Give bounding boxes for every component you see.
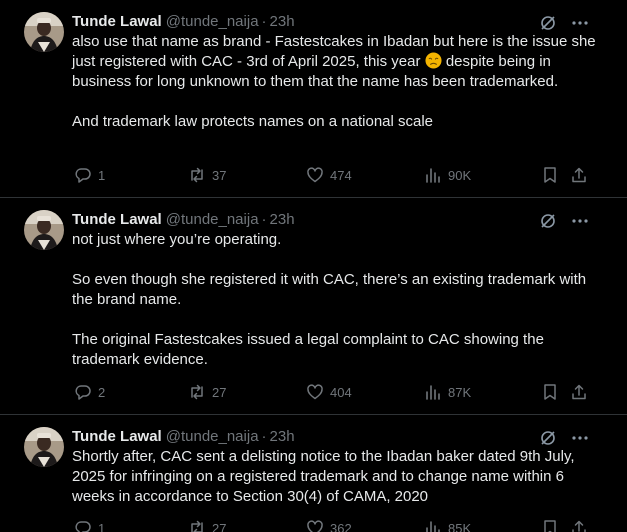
- author-name[interactable]: Tunde Lawal: [72, 427, 162, 447]
- bookmark-icon: [541, 166, 559, 184]
- share-button[interactable]: [570, 381, 588, 403]
- views-icon: [424, 383, 442, 401]
- share-icon: [570, 519, 588, 532]
- reply-icon: [74, 383, 92, 401]
- avatar[interactable]: [24, 12, 64, 52]
- like-icon: [306, 519, 324, 532]
- reply-count: 2: [98, 384, 106, 400]
- like-button[interactable]: 362: [306, 517, 352, 532]
- author-handle[interactable]: @tunde_naija: [166, 12, 259, 32]
- reply-icon: [74, 519, 92, 532]
- like-icon: [306, 166, 324, 184]
- views-count: 85K: [448, 520, 472, 532]
- timestamp[interactable]: 23h: [270, 427, 295, 447]
- like-button[interactable]: 404: [306, 381, 352, 403]
- tweet-actions: 2 27 404 87K: [72, 381, 592, 403]
- tweet-header: Tunde Lawal @tunde_naija · 23h: [72, 12, 295, 32]
- reply-count: 1: [98, 520, 106, 532]
- bookmark-button[interactable]: [541, 381, 559, 403]
- avatar[interactable]: [24, 427, 64, 467]
- grok-icon[interactable]: [539, 429, 557, 447]
- timestamp[interactable]: 23h: [270, 210, 295, 230]
- views-button[interactable]: 90K: [424, 164, 471, 186]
- repost-button[interactable]: 27: [188, 381, 226, 403]
- tweet-paragraph: The original Fastestcakes issued a legal…: [72, 331, 544, 368]
- bookmark-icon: [541, 383, 559, 401]
- grok-icon[interactable]: [539, 14, 557, 32]
- timestamp[interactable]: 23h: [270, 12, 295, 32]
- tweet[interactable]: Tunde Lawal @tunde_naija · 23h also use …: [0, 12, 627, 194]
- share-button[interactable]: [570, 164, 588, 186]
- tweet-text: also use that name as brand - Fastestcak…: [72, 32, 597, 132]
- grok-icon[interactable]: [539, 212, 557, 230]
- reply-button[interactable]: 1: [74, 517, 105, 532]
- tweet[interactable]: Tunde Lawal @tunde_naija · 23h Shortly a…: [0, 427, 627, 532]
- views-button[interactable]: 87K: [424, 381, 471, 403]
- author-handle[interactable]: @tunde_naija: [166, 427, 259, 447]
- views-icon: [424, 519, 442, 532]
- tweet-paragraph: So even though she registered it with CA…: [72, 271, 587, 308]
- repost-icon: [188, 383, 206, 401]
- author-name[interactable]: Tunde Lawal: [72, 210, 162, 230]
- tweet-text: not just where you’re operating. So even…: [72, 230, 597, 370]
- repost-count: 27: [212, 520, 227, 532]
- more-options-icon[interactable]: [571, 14, 589, 32]
- tweet-paragraph: And trademark law protects names on a na…: [72, 113, 434, 130]
- bookmark-button[interactable]: [541, 517, 559, 532]
- like-count: 404: [330, 384, 352, 400]
- separator: ·: [261, 428, 267, 445]
- reply-button[interactable]: 2: [74, 381, 105, 403]
- tweet-header: Tunde Lawal @tunde_naija · 23h: [72, 427, 295, 447]
- tweet-header-actions: [539, 14, 589, 32]
- tweet-actions: 1 27 362 85K: [72, 517, 592, 532]
- like-count: 362: [330, 520, 352, 532]
- more-options-icon[interactable]: [571, 429, 589, 447]
- like-icon: [306, 383, 324, 401]
- views-count: 90K: [448, 167, 472, 183]
- repost-button[interactable]: 27: [188, 517, 226, 532]
- avatar[interactable]: [24, 210, 64, 250]
- divider: [0, 414, 627, 415]
- disappointed-face-emoji: [425, 52, 442, 69]
- author-handle[interactable]: @tunde_naija: [166, 210, 259, 230]
- tweet-text: Shortly after, CAC sent a delisting noti…: [72, 447, 597, 507]
- reply-count: 1: [98, 167, 106, 183]
- tweet-paragraph: Shortly after, CAC sent a delisting noti…: [72, 448, 575, 505]
- share-button[interactable]: [570, 517, 588, 532]
- divider: [0, 197, 627, 198]
- bookmark-icon: [541, 519, 559, 532]
- tweet-actions: 1 37 474 90K: [72, 164, 592, 186]
- tweet-thread: Tunde Lawal @tunde_naija · 23h also use …: [0, 0, 627, 532]
- like-count: 474: [330, 167, 352, 183]
- repost-icon: [188, 519, 206, 532]
- repost-icon: [188, 166, 206, 184]
- separator: ·: [261, 211, 267, 228]
- separator: ·: [261, 13, 267, 30]
- share-icon: [570, 166, 588, 184]
- tweet-header-actions: [539, 429, 589, 447]
- like-button[interactable]: 474: [306, 164, 352, 186]
- bookmark-button[interactable]: [541, 164, 559, 186]
- share-icon: [570, 383, 588, 401]
- tweet[interactable]: Tunde Lawal @tunde_naija · 23h not just …: [0, 210, 627, 410]
- views-icon: [424, 166, 442, 184]
- views-count: 87K: [448, 384, 472, 400]
- repost-button[interactable]: 37: [188, 164, 226, 186]
- tweet-header: Tunde Lawal @tunde_naija · 23h: [72, 210, 295, 230]
- repost-count: 27: [212, 384, 227, 400]
- tweet-header-actions: [539, 212, 589, 230]
- author-name[interactable]: Tunde Lawal: [72, 12, 162, 32]
- views-button[interactable]: 85K: [424, 517, 471, 532]
- tweet-paragraph: not just where you’re operating.: [72, 231, 282, 248]
- reply-icon: [74, 166, 92, 184]
- tweet-paragraph: also use that name as brand - Fastestcak…: [72, 32, 597, 92]
- more-options-icon[interactable]: [571, 212, 589, 230]
- reply-button[interactable]: 1: [74, 164, 105, 186]
- repost-count: 37: [212, 167, 227, 183]
